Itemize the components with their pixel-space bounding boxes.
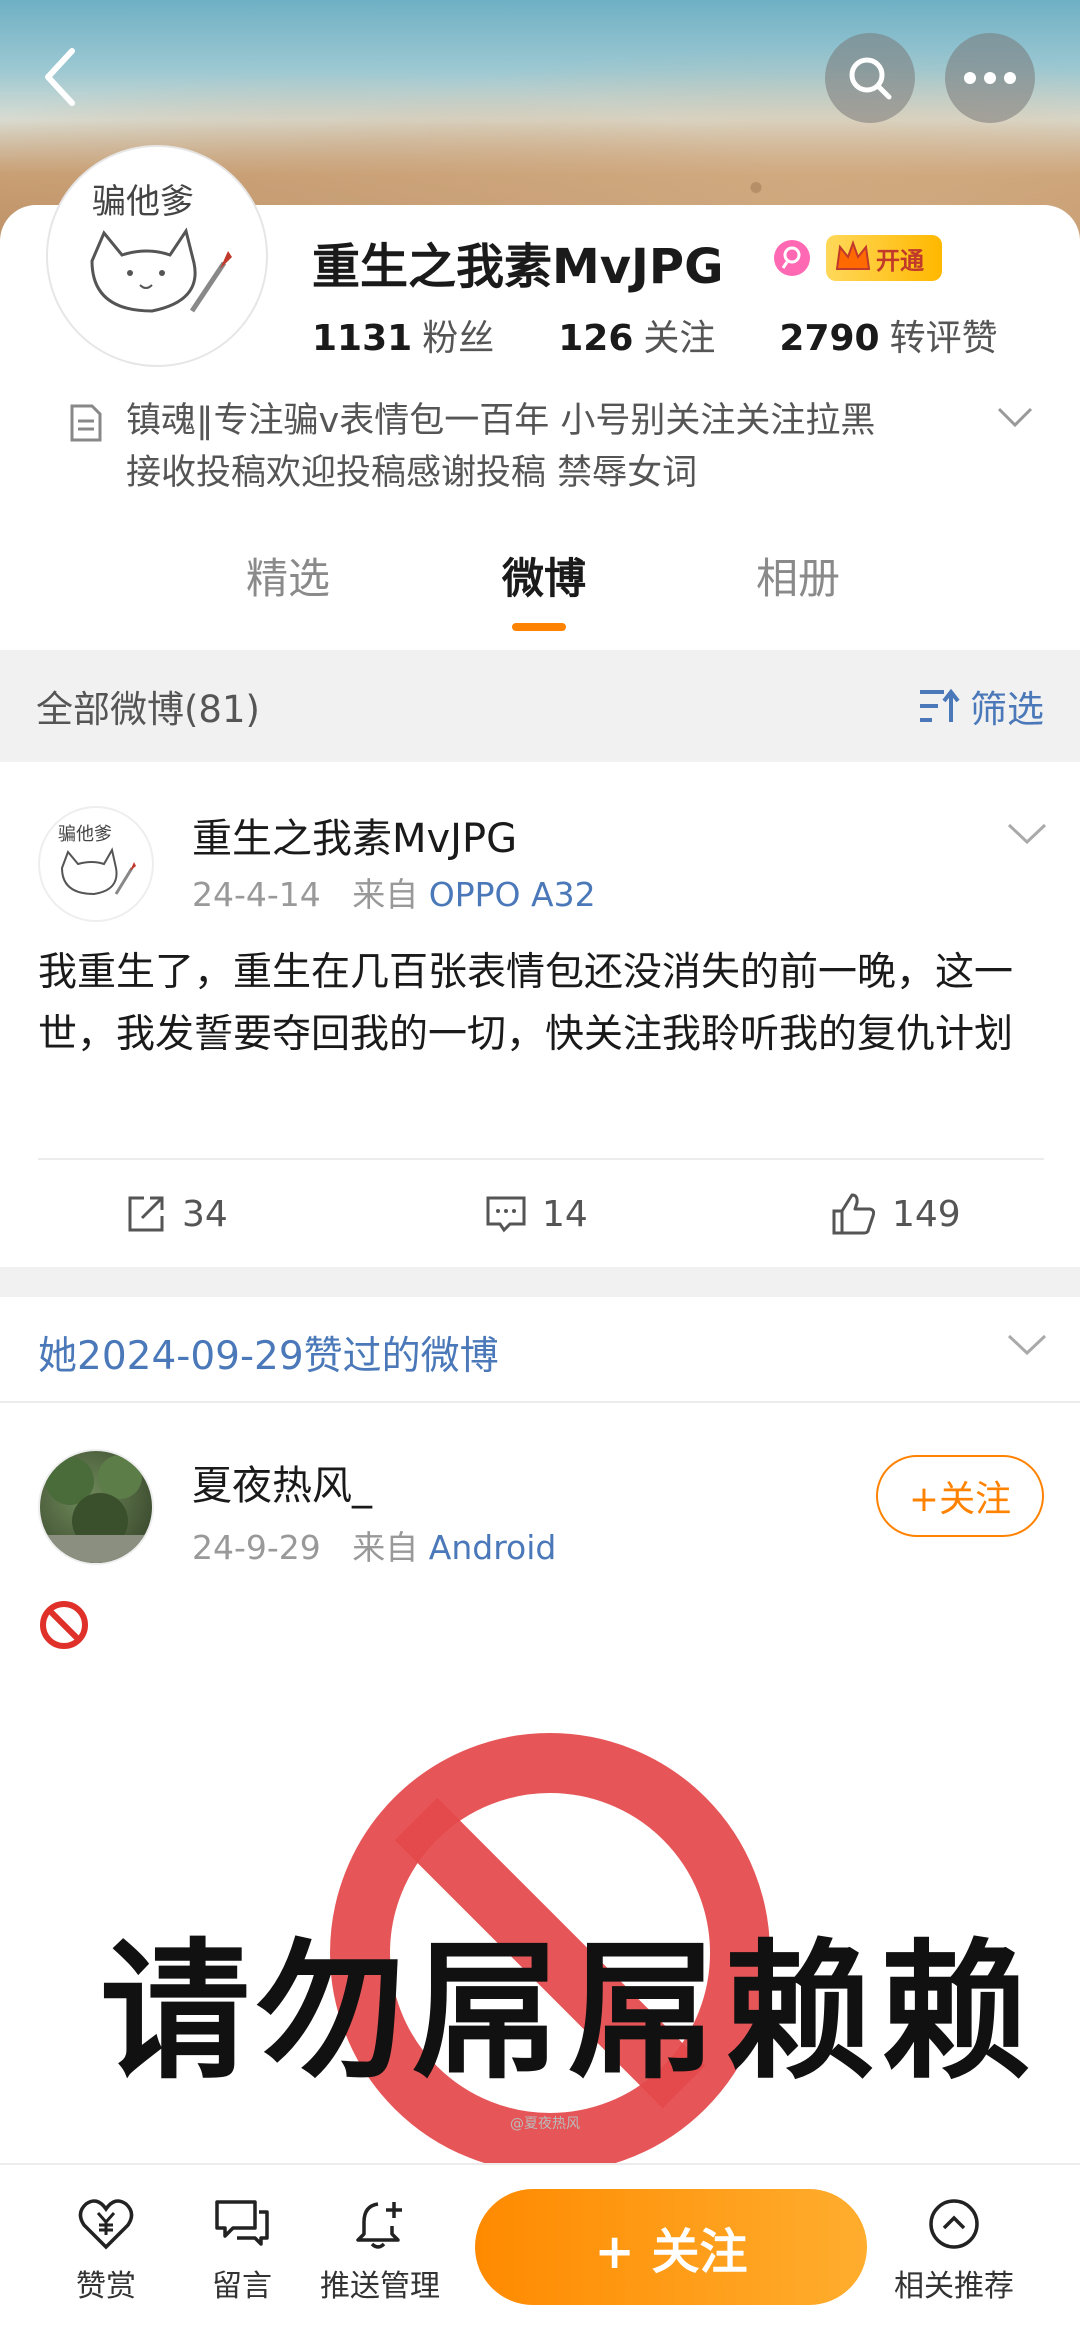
- chat-bubbles-icon: [215, 2200, 269, 2246]
- related-recommend-button[interactable]: 相关推荐: [884, 2193, 1024, 2305]
- stat-value: 2790: [779, 318, 880, 359]
- post-from-label: 来自: [352, 1528, 419, 1567]
- post-author-avatar[interactable]: [38, 1449, 154, 1565]
- comment-icon: [486, 1196, 526, 1233]
- post-date: 24-9-29: [192, 1528, 321, 1567]
- chevron-left-icon: [45, 48, 75, 106]
- trees-photo-avatar: [40, 1455, 152, 1563]
- tab-featured[interactable]: 精选: [188, 545, 388, 606]
- bell-plus-icon: [356, 2202, 402, 2249]
- stat-value: 126: [558, 318, 634, 359]
- follow-author-button[interactable]: +关注: [876, 1455, 1044, 1537]
- liked-posts-header[interactable]: 她2024-09-29赞过的微博: [0, 1297, 1080, 1403]
- like-count: 149: [892, 1193, 961, 1235]
- chevron-down-icon[interactable]: [1006, 1333, 1048, 1357]
- avatar-handwriting: 骗他爹: [92, 182, 194, 222]
- comment-button[interactable]: 14: [484, 1160, 588, 1268]
- pink-badge-icon[interactable]: [772, 238, 812, 278]
- post-source[interactable]: OPPO A32: [429, 875, 596, 914]
- vip-label: 开通: [876, 246, 924, 275]
- meme-caption: 请勿屌屌赖赖: [100, 1924, 1037, 2100]
- profile-tabs: 精选 微博 相册: [0, 545, 1080, 635]
- stat-value: 1131: [312, 318, 413, 359]
- cat-doodle-avatar-image: 骗他爹: [90, 182, 232, 313]
- back-button[interactable]: [30, 42, 90, 112]
- profile-name: 重生之我素MvJPG: [312, 239, 724, 295]
- reward-button[interactable]: 赞赏: [36, 2193, 176, 2305]
- more-button[interactable]: [945, 33, 1035, 123]
- repost-count: 34: [182, 1193, 228, 1235]
- liked-header-text: 她2024-09-29赞过的微博: [38, 1334, 499, 1379]
- post-meta: 24-9-29 来自 Android: [192, 1521, 556, 1569]
- repost-button[interactable]: 34: [124, 1160, 228, 1268]
- post-from-label: 来自: [352, 875, 419, 914]
- active-tab-indicator: [512, 623, 566, 631]
- section-separator: [0, 1267, 1080, 1297]
- document-icon: [70, 404, 102, 442]
- filter-icon: [920, 688, 960, 722]
- avatar-handwriting: 骗他爹: [58, 824, 112, 845]
- post-actions: 34 14 149: [0, 1160, 1080, 1268]
- all-posts-count[interactable]: 全部微博(81): [36, 679, 260, 733]
- stat-label: 关注: [643, 318, 716, 359]
- filter-bar: 全部微博(81) 筛选: [0, 650, 1080, 762]
- bottom-action-bar: 赞赏 留言 推送管理 + 关注 相关推荐: [0, 2163, 1080, 2327]
- profile-stats: 1131 粉丝 126 关注 2790 转评赞: [312, 309, 998, 361]
- crown-icon: [835, 240, 871, 270]
- post-author-name[interactable]: 重生之我素MvJPG: [192, 806, 517, 864]
- post-date: 24-4-14: [192, 875, 321, 914]
- message-label: 留言: [212, 2269, 272, 2304]
- stat-fans[interactable]: 1131 粉丝: [312, 309, 494, 361]
- image-watermark: @夏夜热风: [510, 2116, 580, 2132]
- profile-bio[interactable]: 镇魂‖专注骗v表情包一百年 小号别关注关注拉黑 接收投稿欢迎投稿感谢投稿 禁辱女…: [68, 395, 968, 499]
- push-settings-label: 推送管理: [320, 2269, 440, 2304]
- profile-avatar[interactable]: 骗他爹: [48, 147, 266, 365]
- message-button[interactable]: 留言: [172, 2193, 312, 2305]
- share-icon: [128, 1196, 164, 1232]
- search-button[interactable]: [825, 33, 915, 123]
- post-author-name[interactable]: 夏夜热风_: [192, 1453, 372, 1511]
- filter-button[interactable]: 筛选: [918, 679, 1044, 733]
- bio-line-2: 接收投稿欢迎投稿感谢投稿 禁辱女词: [126, 453, 698, 493]
- chevron-up-circle-icon: [929, 2199, 979, 2249]
- comment-count: 14: [542, 1193, 588, 1235]
- tab-weibo[interactable]: 微博: [444, 545, 644, 606]
- search-icon: [849, 57, 892, 100]
- heart-yen-icon: [78, 2199, 134, 2250]
- reward-label: 赞赏: [76, 2269, 136, 2304]
- post-card[interactable]: 骗他爹 重生之我素MvJPG 24-4-14 来自 OPPO A32 我重生了，…: [0, 762, 1080, 1267]
- post-author-avatar[interactable]: 骗他爹: [38, 806, 154, 922]
- push-settings-button[interactable]: 推送管理: [310, 2193, 450, 2305]
- chevron-down-icon[interactable]: [1006, 822, 1048, 846]
- post-meta: 24-4-14 来自 OPPO A32: [192, 868, 596, 916]
- follow-button[interactable]: + 关注: [475, 2189, 867, 2305]
- stat-label: 转评赞: [889, 318, 998, 359]
- vip-open-badge[interactable]: 开通: [826, 235, 942, 281]
- post-source[interactable]: Android: [429, 1528, 557, 1567]
- cat-doodle-avatar-image: 骗他爹: [58, 824, 136, 896]
- stat-interactions[interactable]: 2790 转评赞: [779, 309, 997, 361]
- thumbs-up-icon: [832, 1193, 876, 1235]
- related-recommend-label: 相关推荐: [894, 2269, 1014, 2304]
- stat-label: 粉丝: [422, 318, 495, 359]
- meme-image[interactable]: 请勿屌屌赖赖 @夏夜热风: [100, 1733, 1037, 2163]
- bio-line-1: 镇魂‖专注骗v表情包一百年 小号别关注关注拉黑: [126, 401, 876, 441]
- stat-following[interactable]: 126 关注: [558, 309, 715, 361]
- more-horizontal-icon: [964, 72, 1016, 84]
- post-text[interactable]: 我重生了，重生在几百张表情包还没消失的前一晚，这一世，我发誓要夺回我的一切，快关…: [38, 942, 1048, 1066]
- chevron-down-icon[interactable]: [995, 405, 1035, 429]
- like-button[interactable]: 149: [830, 1160, 961, 1268]
- prohibited-emoji-icon: [40, 1601, 88, 1649]
- filter-label: 筛选: [970, 688, 1044, 731]
- profile-card: 骗他爹 重生之我素MvJPG 开通 1131 粉丝 126 关注 2790 转评赞: [0, 147, 1080, 650]
- liked-post-card[interactable]: 夏夜热风_ 24-9-29 来自 Android +关注 请勿屌屌赖赖 @夏夜热…: [0, 1403, 1080, 2163]
- tab-album[interactable]: 相册: [698, 545, 898, 606]
